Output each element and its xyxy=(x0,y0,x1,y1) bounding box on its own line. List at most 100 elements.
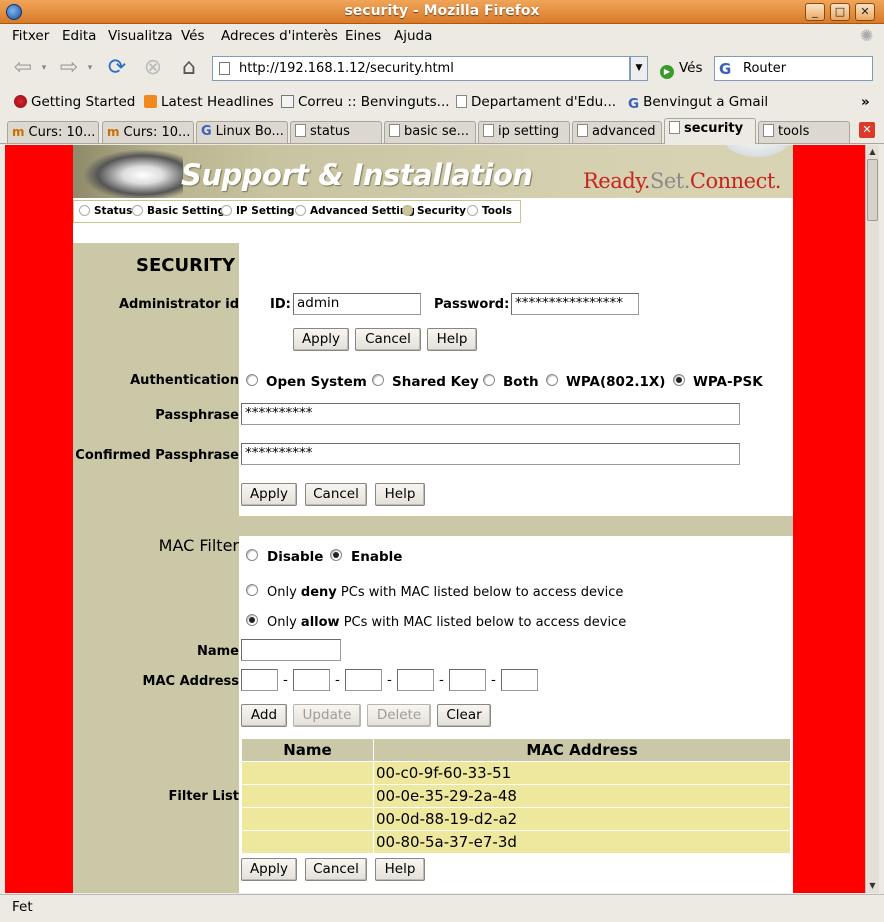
bookmark-departament[interactable]: Departament d'Edu... xyxy=(456,94,616,110)
auth-help-button[interactable]: Help xyxy=(375,483,425,506)
stop-icon[interactable]: ⊗ xyxy=(140,56,166,80)
admin-help-button[interactable]: Help xyxy=(427,328,477,351)
nav-status[interactable]: Status xyxy=(79,205,132,217)
scroll-thumb[interactable] xyxy=(867,159,878,221)
nav-label: Status xyxy=(94,205,133,217)
mac-update-button[interactable]: Update xyxy=(293,704,361,727)
table-row[interactable]: 00-0e-35-29-2a-48 xyxy=(241,784,791,808)
mac-filter-heading: MAC Filter xyxy=(158,536,239,555)
go-button[interactable]: ▶ Vés xyxy=(660,60,703,79)
reload-icon[interactable]: ⟳ xyxy=(104,56,130,80)
deny-post: PCs with MAC listed below to access devi… xyxy=(340,585,624,600)
mac-apply-button[interactable]: Apply xyxy=(241,858,297,881)
admin-apply-button[interactable]: Apply xyxy=(293,328,349,351)
auth-wpa-psk-radio[interactable] xyxy=(673,374,685,386)
confirmed-passphrase-input[interactable]: ********** xyxy=(241,443,740,465)
home-icon[interactable]: ⌂ xyxy=(176,56,202,80)
auth-cancel-button[interactable]: Cancel xyxy=(305,483,367,506)
nav-basic-setting[interactable]: Basic Setting xyxy=(132,205,225,217)
id-label: ID: xyxy=(270,297,291,312)
table-row[interactable]: 00-80-5a-37-e7-3d xyxy=(241,830,791,854)
table-row[interactable]: 00-0d-88-19-d2-a2 xyxy=(241,807,791,831)
row-name-cell xyxy=(241,761,374,785)
google-icon: G xyxy=(201,124,212,139)
menu-file[interactable]: Fitxer xyxy=(12,28,49,44)
admin-cancel-button[interactable]: Cancel xyxy=(355,328,421,351)
mac-clear-button[interactable]: Clear xyxy=(437,704,491,727)
back-icon[interactable]: ⇦ xyxy=(10,56,36,80)
maximize-button[interactable]: □ xyxy=(830,3,850,21)
nav-label: IP Setting xyxy=(236,205,295,217)
mac-filter-disable-radio[interactable] xyxy=(246,549,258,561)
mac-deny-radio[interactable] xyxy=(246,584,258,596)
tab-ip-setting[interactable]: ip setting xyxy=(478,121,570,143)
mac-delete-button[interactable]: Delete xyxy=(367,704,431,727)
menu-bookmarks[interactable]: Adreces d'interès xyxy=(221,28,338,44)
mac-octet-2-input[interactable] xyxy=(293,669,330,691)
mac-octet-4-input[interactable] xyxy=(397,669,434,691)
banner-feather-image xyxy=(73,145,183,198)
vertical-scrollbar[interactable]: ▲ ▼ xyxy=(865,145,879,893)
menu-tools[interactable]: Eines xyxy=(345,28,381,44)
back-dropdown-icon[interactable]: ▾ xyxy=(38,56,50,80)
forward-icon[interactable]: ⇨ xyxy=(56,56,82,80)
tab-advanced[interactable]: advanced xyxy=(572,121,662,143)
auth-both-radio[interactable] xyxy=(483,374,495,386)
passphrase-input[interactable]: ********** xyxy=(241,403,740,425)
mac-separator: - xyxy=(283,672,288,688)
mac-name-input[interactable] xyxy=(241,639,341,661)
search-input[interactable]: G Router xyxy=(714,56,873,81)
url-bar[interactable]: http://192.168.1.12/security.html xyxy=(212,56,630,81)
scroll-down-icon[interactable]: ▼ xyxy=(866,879,879,893)
page-icon xyxy=(219,62,230,75)
url-dropdown-button[interactable]: ▼ xyxy=(630,56,648,81)
menu-go[interactable]: Vés xyxy=(181,28,205,44)
tab-linux[interactable]: G Linux Bo... xyxy=(196,121,288,143)
minimize-button[interactable]: _ xyxy=(805,3,825,21)
nav-tools[interactable]: Tools xyxy=(467,205,512,217)
mac-allow-radio[interactable] xyxy=(246,614,258,626)
bookmark-getting-started[interactable]: Getting Started xyxy=(14,94,135,110)
mac-cancel-button[interactable]: Cancel xyxy=(305,858,367,881)
page-icon xyxy=(577,124,588,137)
close-window-button[interactable]: ✕ xyxy=(855,3,875,21)
menu-edit[interactable]: Edita xyxy=(62,28,96,44)
mac-filter-enable-radio[interactable] xyxy=(330,549,342,561)
nav-security[interactable]: Security xyxy=(402,205,466,217)
mac-octet-3-input[interactable] xyxy=(345,669,382,691)
row-name-cell xyxy=(241,807,374,831)
scroll-up-icon[interactable]: ▲ xyxy=(866,145,879,159)
mac-separator: - xyxy=(491,672,496,688)
mac-add-button[interactable]: Add xyxy=(241,704,287,727)
tab-security[interactable]: security xyxy=(664,118,756,144)
tab-basic-setting[interactable]: basic se... xyxy=(384,121,476,143)
tab-label: security xyxy=(684,121,744,136)
bookmarks-overflow-icon[interactable]: » xyxy=(861,94,870,110)
tab-curs-2[interactable]: m Curs: 10... xyxy=(102,121,194,143)
close-tab-icon[interactable]: ✕ xyxy=(859,122,875,138)
auth-shared-key-radio[interactable] xyxy=(372,374,384,386)
mac-help-button[interactable]: Help xyxy=(375,858,425,881)
menu-help[interactable]: Ajuda xyxy=(394,28,432,44)
bookmark-latest-headlines[interactable]: Latest Headlines xyxy=(144,94,274,110)
table-row[interactable]: 00-c0-9f-60-33-51 xyxy=(241,761,791,785)
tab-status[interactable]: status xyxy=(290,121,382,143)
auth-apply-button[interactable]: Apply xyxy=(241,483,297,506)
rss-icon xyxy=(144,95,157,108)
forward-dropdown-icon[interactable]: ▾ xyxy=(84,56,96,80)
admin-id-input[interactable]: admin xyxy=(293,293,421,315)
auth-wpa-8021x-radio[interactable] xyxy=(546,374,558,386)
tab-curs-1[interactable]: m Curs: 10... xyxy=(7,121,99,143)
mac-octet-1-input[interactable] xyxy=(241,669,278,691)
auth-open-system-radio[interactable] xyxy=(246,374,258,386)
mac-octet-6-input[interactable] xyxy=(501,669,538,691)
tab-tools[interactable]: tools xyxy=(758,121,850,143)
menu-view[interactable]: Visualitza xyxy=(108,28,173,44)
password-input[interactable]: **************** xyxy=(511,293,639,315)
bookmark-gmail[interactable]: G Benvingut a Gmail xyxy=(628,94,768,112)
mac-octet-5-input[interactable] xyxy=(449,669,486,691)
nav-ip-setting[interactable]: IP Setting xyxy=(221,205,295,217)
bookmark-correu[interactable]: Correu :: Benvinguts... xyxy=(281,94,450,110)
nav-bullet-icon xyxy=(295,205,306,216)
nav-advanced-setting[interactable]: Advanced Setting xyxy=(295,205,415,217)
